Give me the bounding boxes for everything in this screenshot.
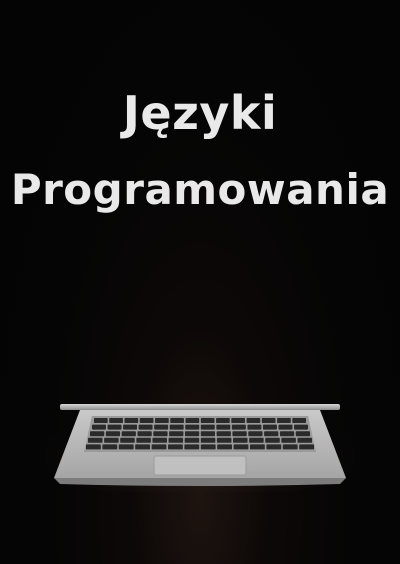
keyboard-key <box>281 437 296 443</box>
keyboard-key <box>278 424 293 430</box>
keyboard-key <box>185 418 200 423</box>
keyboard-key <box>123 424 138 430</box>
cover-title-line-2: Programowania <box>10 165 390 214</box>
keyboard-key <box>135 444 150 450</box>
keyboard-key <box>247 424 262 430</box>
keyboard-key <box>86 444 101 450</box>
keyboard-key <box>168 444 183 450</box>
keyboard-key <box>184 444 200 450</box>
keyboard-key <box>200 424 215 430</box>
keyboard-key <box>184 431 200 437</box>
keyboard-key <box>265 437 280 443</box>
keyboard-key <box>120 437 135 443</box>
keyboard-key <box>264 431 279 437</box>
keyboard-key <box>231 418 245 423</box>
keyboard-key <box>249 437 264 443</box>
keyboard-key <box>168 437 184 443</box>
laptop-icon <box>46 404 354 492</box>
keyboard-key <box>246 418 261 423</box>
keyboard-key <box>137 431 152 437</box>
keyboard-key <box>231 424 246 430</box>
cover-title-line-1: Języki <box>122 86 278 140</box>
keyboard-key <box>299 444 314 450</box>
keyboard-key <box>102 444 118 450</box>
keyboard-key <box>217 444 232 450</box>
keyboard-key <box>282 444 298 450</box>
keyboard-key <box>121 431 136 437</box>
keyboard-key <box>279 431 295 437</box>
keyboard-key <box>216 431 231 437</box>
keyboard-key <box>248 431 263 437</box>
keyboard-key <box>292 418 306 423</box>
keyboard-key <box>153 431 168 437</box>
laptop-front-edge <box>54 478 346 486</box>
keyboard-key <box>185 424 200 430</box>
keyboard-key <box>216 437 232 443</box>
laptop-lid-edge <box>60 404 340 410</box>
keyboard-key <box>104 437 119 443</box>
keyboard-key <box>200 437 216 443</box>
keyboard-key <box>233 437 248 443</box>
keyboard-key <box>294 424 308 430</box>
keyboard-key <box>250 444 265 450</box>
keyboard-key <box>107 424 122 430</box>
keyboard-key <box>124 418 139 423</box>
keyboard-key <box>232 431 247 437</box>
keyboard-key <box>233 444 249 450</box>
keyboard-key <box>266 444 282 450</box>
keyboard-key <box>295 431 310 437</box>
keyboard-key <box>92 424 106 430</box>
keyboard-key <box>139 418 154 423</box>
keyboard-key <box>109 418 123 423</box>
keyboard-key <box>200 444 216 450</box>
book-cover: Języki Programowania <box>0 0 400 564</box>
keyboard-key <box>105 431 121 437</box>
keyboard-key <box>277 418 291 423</box>
keyboard-key <box>138 424 153 430</box>
keyboard-key <box>200 431 216 437</box>
keyboard-key <box>262 424 277 430</box>
keyboard-key <box>152 437 167 443</box>
keyboard-key <box>200 418 215 423</box>
keyboard-key <box>184 437 200 443</box>
trackpad <box>153 455 247 476</box>
keyboard-key <box>216 418 230 423</box>
keyboard-key <box>136 437 151 443</box>
keyboard-key <box>169 424 184 430</box>
keyboard-key <box>261 418 276 423</box>
keyboard-key <box>118 444 134 450</box>
keyboard-key <box>88 437 103 443</box>
keyboard-key <box>94 418 108 423</box>
keyboard-key <box>170 418 184 423</box>
keyboard-key <box>154 424 169 430</box>
keyboard-key <box>297 437 312 443</box>
keyboard-key <box>216 424 231 430</box>
keyboard-key <box>155 418 169 423</box>
keyboard-key <box>90 431 105 437</box>
keyboard-key <box>151 444 167 450</box>
keyboard-key <box>169 431 184 437</box>
